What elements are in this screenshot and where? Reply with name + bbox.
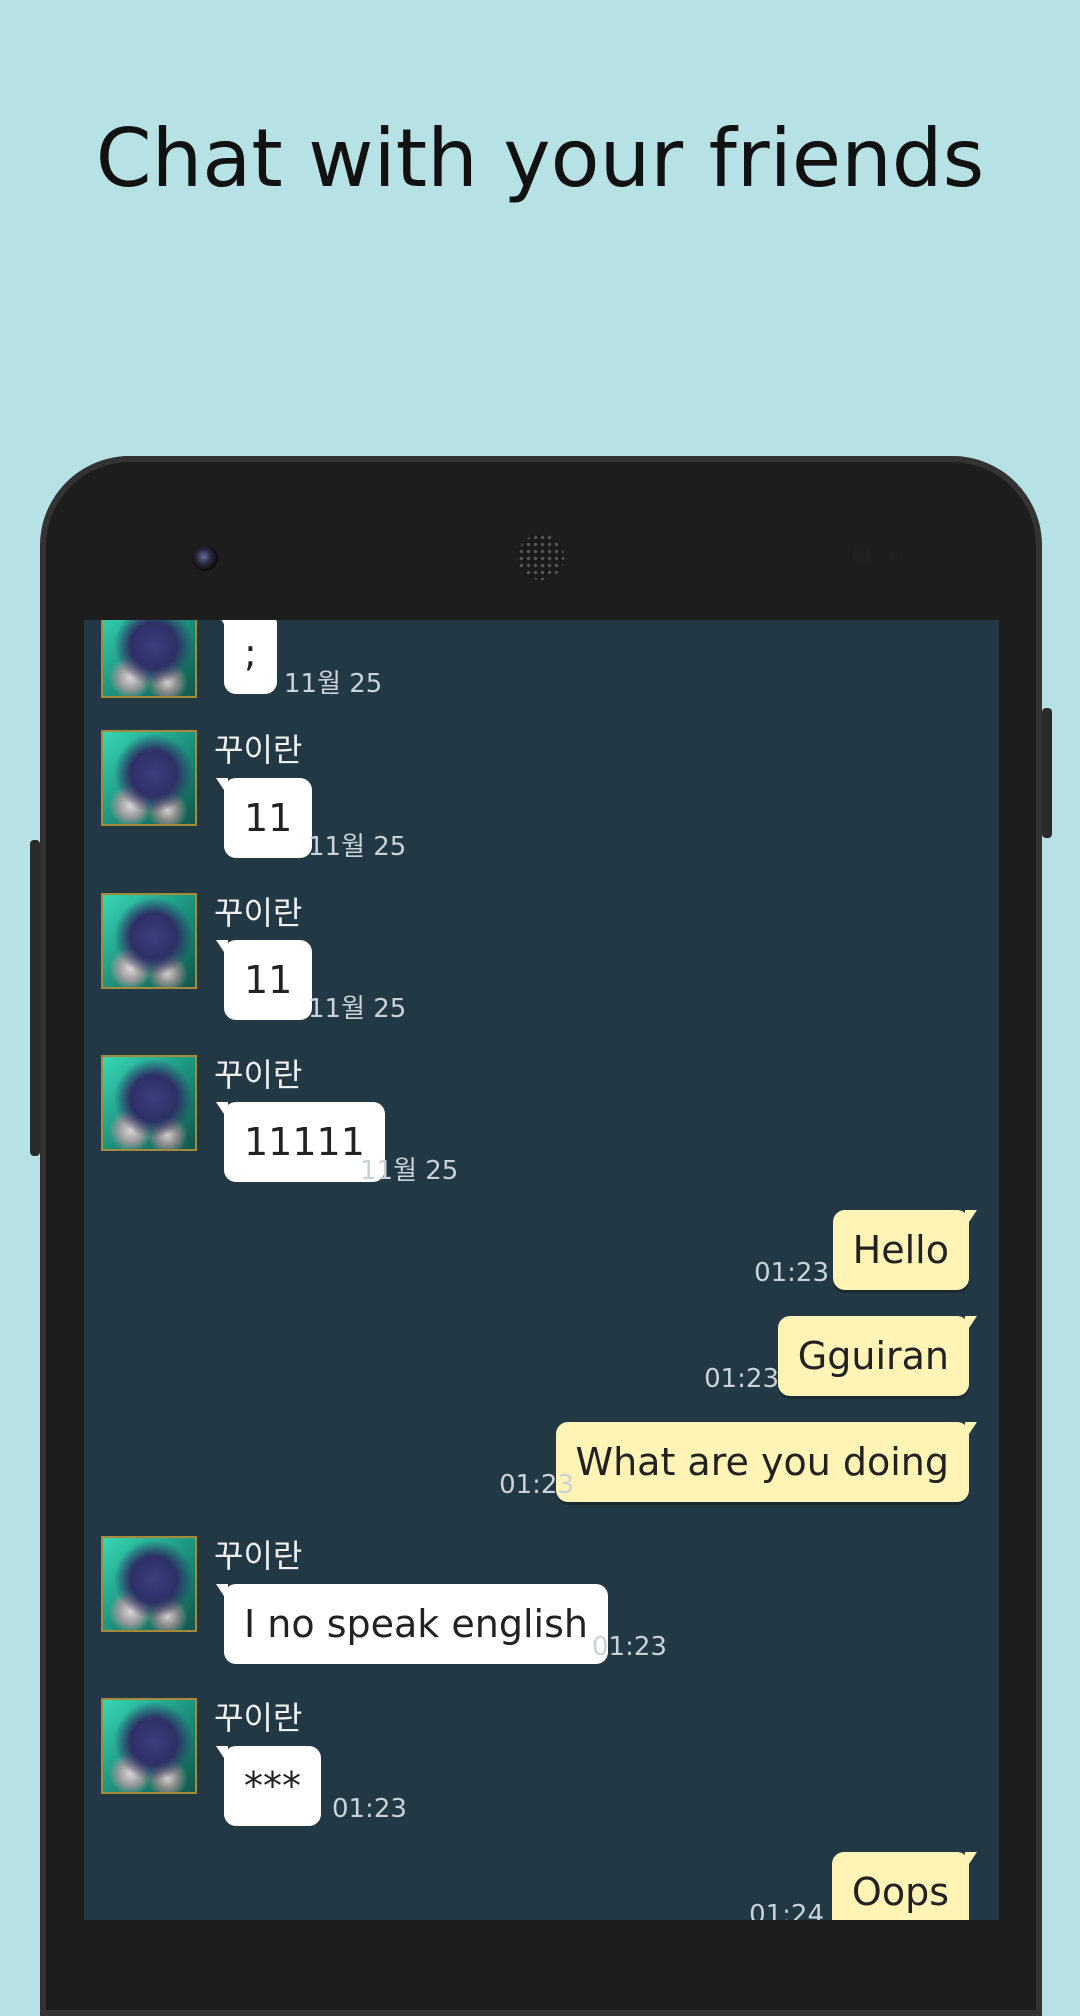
- contact-avatar[interactable]: [101, 620, 197, 698]
- message-time: 01:23: [592, 1632, 667, 1662]
- message-time: 01:23: [754, 1258, 829, 1288]
- sender-name: 꾸이란: [214, 1537, 303, 1575]
- proximity-sensor-icon: [852, 545, 872, 565]
- sender-name: 꾸이란: [214, 1056, 303, 1094]
- message-time: 01:23: [499, 1470, 574, 1500]
- sender-name: 꾸이란: [214, 1699, 303, 1737]
- light-sensor-icon: [888, 550, 898, 560]
- incoming-message-bubble[interactable]: ;: [216, 620, 277, 694]
- contact-avatar[interactable]: [101, 1698, 197, 1794]
- headline: Chat with your friends: [95, 112, 985, 205]
- power-button: [1042, 708, 1052, 838]
- incoming-message-bubble[interactable]: ***: [216, 1746, 321, 1826]
- contact-avatar[interactable]: [101, 1536, 197, 1632]
- contact-avatar[interactable]: [101, 1055, 197, 1151]
- message-time: 11월 25: [284, 669, 383, 699]
- incoming-message-bubble[interactable]: I no speak english: [216, 1584, 608, 1664]
- message-time: 11월 25: [308, 832, 407, 862]
- message-time: 01:23: [704, 1364, 779, 1394]
- volume-button: [30, 840, 40, 1156]
- message-time: 01:24: [749, 1900, 824, 1920]
- incoming-message-bubble[interactable]: 11: [215, 940, 313, 1020]
- outgoing-message-bubble[interactable]: Hello: [832, 1210, 978, 1290]
- message-time: 01:23: [332, 1794, 407, 1824]
- contact-avatar[interactable]: [101, 730, 197, 826]
- incoming-message-bubble[interactable]: 11: [215, 778, 313, 858]
- message-time: 11월 25: [308, 994, 407, 1024]
- outgoing-message-bubble[interactable]: Gguiran: [777, 1316, 978, 1396]
- chat-screen[interactable]: ; 11월 25 꾸이란 11 11월 25 꾸이란 11 11월 25 꾸이란…: [84, 620, 999, 1920]
- outgoing-message-bubble[interactable]: Oops: [831, 1852, 978, 1920]
- message-time: 11월 25: [360, 1156, 459, 1186]
- contact-avatar[interactable]: [101, 893, 197, 989]
- sender-name: 꾸이란: [214, 731, 303, 769]
- sender-name: 꾸이란: [214, 894, 303, 932]
- outgoing-message-bubble[interactable]: What are you doing: [555, 1422, 977, 1502]
- front-camera-icon: [192, 545, 218, 571]
- earpiece-speaker-icon: [518, 534, 564, 580]
